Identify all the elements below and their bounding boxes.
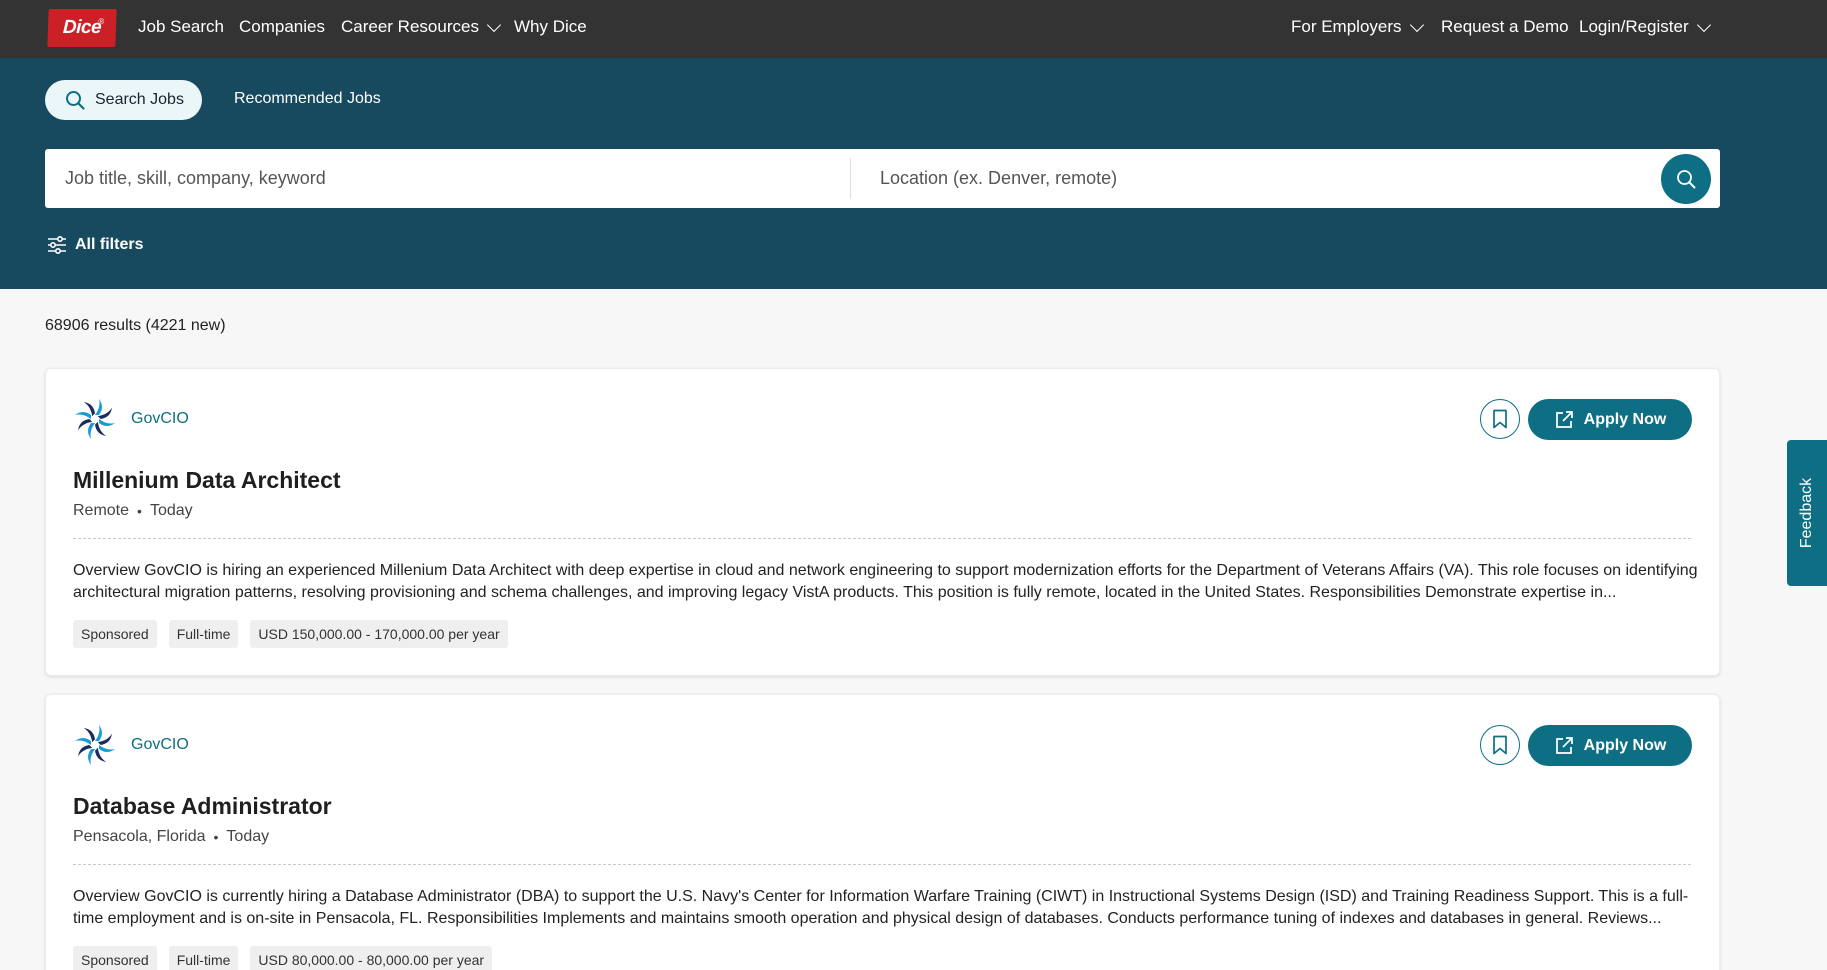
- external-link-icon: [1555, 736, 1573, 754]
- results-count: 68906 results (4221 new): [45, 317, 226, 334]
- meta-separator: •: [213, 829, 219, 845]
- save-job-button[interactable]: [1480, 725, 1520, 765]
- search-icon: [66, 91, 85, 110]
- search-divider: [850, 158, 851, 199]
- all-filters-label: All filters: [75, 236, 144, 253]
- logo-text: Dice: [62, 17, 102, 38]
- bookmark-icon: [1493, 409, 1507, 429]
- company-row: GovCIO: [73, 397, 189, 441]
- nav-job-search[interactable]: Job Search: [138, 17, 224, 37]
- job-posted-date: Today: [149, 502, 193, 519]
- job-location: Pensacola, Florida: [73, 828, 206, 845]
- search-band: Search Jobs Recommended Jobs All filters: [0, 58, 1827, 289]
- meta-separator: •: [137, 503, 142, 519]
- tab-search-jobs-label: Search Jobs: [95, 91, 184, 108]
- keyword-input[interactable]: [65, 149, 845, 208]
- all-filters-button[interactable]: All filters: [47, 236, 143, 254]
- apply-now-label: Apply Now: [1583, 410, 1667, 428]
- company-row: GovCIO: [73, 723, 189, 767]
- job-description: Overview GovCIO is currently hiring a Da…: [73, 888, 1689, 927]
- chevron-down-icon: [1409, 17, 1424, 32]
- tag-employment-type: Full-time: [168, 946, 239, 970]
- job-title-link[interactable]: Millenium Data Architect: [73, 467, 341, 494]
- feedback-tab[interactable]: Feedback: [1787, 440, 1827, 586]
- apply-now-button[interactable]: Apply Now: [1528, 725, 1692, 766]
- tag-salary: USD 150,000.00 - 170,000.00 per year: [250, 620, 508, 648]
- nav-career-resources[interactable]: Career Resources: [341, 17, 502, 37]
- external-link-icon: [1555, 410, 1573, 428]
- search-bar: [45, 149, 1720, 208]
- job-meta: Remote • Today: [73, 502, 193, 520]
- location-input[interactable]: [880, 149, 1660, 208]
- nav-for-employers[interactable]: For Employers: [1291, 17, 1424, 37]
- nav-career-resources-label: Career Resources: [341, 17, 479, 36]
- job-tags: Sponsored Full-time USD 80,000.00 - 80,0…: [73, 946, 493, 970]
- apply-now-label: Apply Now: [1583, 736, 1667, 754]
- search-icon: [1677, 170, 1696, 189]
- nav-login-register-label: Login/Register: [1579, 17, 1689, 36]
- job-meta: Pensacola, Florida • Today: [73, 828, 269, 846]
- job-title-link[interactable]: Database Administrator: [73, 793, 332, 820]
- dice-logo[interactable]: Dice ®: [47, 9, 117, 47]
- job-tags: Sponsored Full-time USD 150,000.00 - 170…: [73, 620, 508, 648]
- nav-request-demo[interactable]: Request a Demo: [1441, 17, 1569, 37]
- nav-companies[interactable]: Companies: [239, 17, 325, 37]
- card-divider: [73, 864, 1691, 865]
- job-location: Remote: [73, 502, 130, 519]
- job-description: Overview GovCIO is hiring an experienced…: [73, 562, 1698, 601]
- tag-salary: USD 80,000.00 - 80,000.00 per year: [250, 946, 493, 970]
- tag-employment-type: Full-time: [168, 620, 239, 648]
- search-submit-button[interactable]: [1661, 154, 1711, 204]
- tab-recommended-jobs[interactable]: Recommended Jobs: [234, 90, 381, 108]
- nav-login-register[interactable]: Login/Register: [1579, 17, 1711, 37]
- nav-why-dice[interactable]: Why Dice: [514, 17, 587, 37]
- job-card[interactable]: GovCIO Database Administrator Pensacola,…: [45, 694, 1720, 970]
- chevron-down-icon: [1696, 17, 1711, 32]
- tab-search-jobs[interactable]: Search Jobs: [45, 80, 202, 120]
- registered-mark: ®: [98, 17, 105, 26]
- chevron-down-icon: [486, 17, 502, 32]
- save-job-button[interactable]: [1480, 399, 1520, 439]
- tag-sponsored: Sponsored: [73, 946, 157, 970]
- top-nav: Dice ® Job Search Companies Career Resou…: [0, 0, 1827, 58]
- feedback-label: Feedback: [1798, 477, 1816, 549]
- card-divider: [73, 538, 1691, 539]
- job-posted-date: Today: [226, 828, 270, 845]
- job-card[interactable]: GovCIO Millenium Data Architect Remote •…: [45, 368, 1720, 676]
- nav-for-employers-label: For Employers: [1291, 17, 1402, 36]
- apply-now-button[interactable]: Apply Now: [1528, 399, 1692, 440]
- company-link[interactable]: GovCIO: [131, 736, 189, 754]
- bookmark-icon: [1493, 735, 1507, 755]
- govcio-logo-icon[interactable]: [73, 397, 117, 441]
- govcio-logo-icon[interactable]: [73, 723, 117, 767]
- tag-sponsored: Sponsored: [73, 620, 157, 648]
- company-link[interactable]: GovCIO: [131, 410, 189, 428]
- filter-sliders-icon: [48, 236, 66, 254]
